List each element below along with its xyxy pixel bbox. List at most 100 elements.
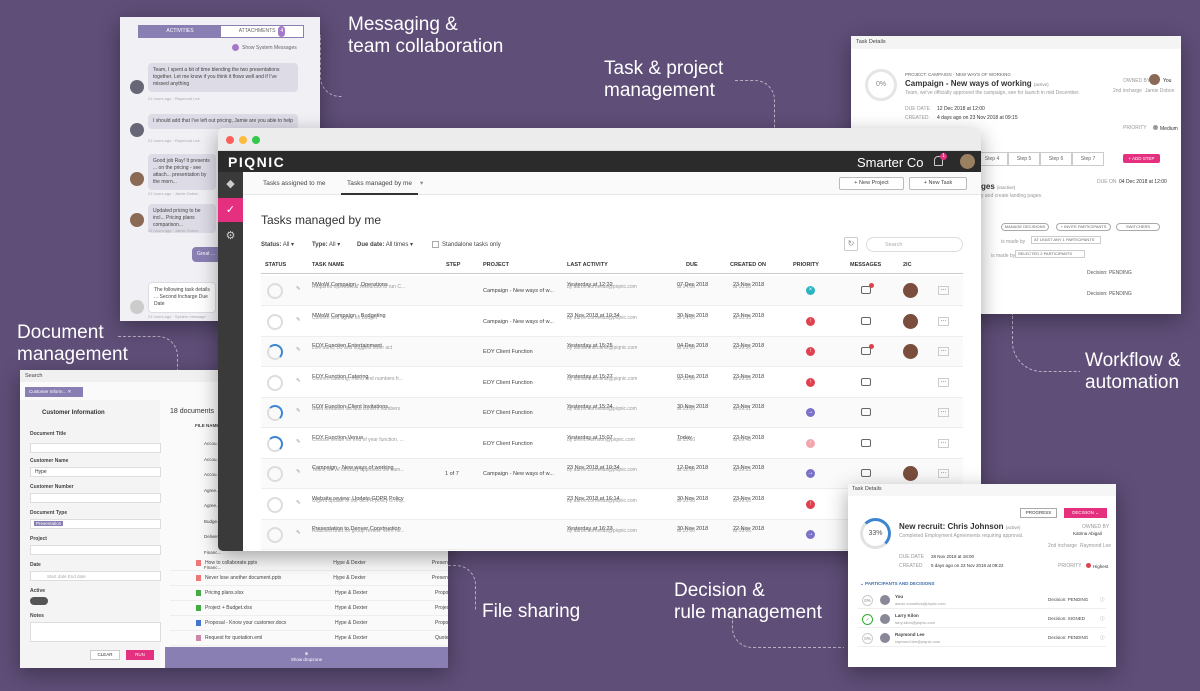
user-avatar[interactable] bbox=[960, 154, 975, 169]
new-project-button[interactable]: + New Project bbox=[839, 177, 904, 190]
type-filter-value: All bbox=[328, 242, 336, 248]
col-messages[interactable]: MESSAGES bbox=[850, 262, 881, 268]
project-field[interactable] bbox=[30, 545, 161, 555]
col-priority[interactable]: PRIORITY bbox=[793, 262, 819, 268]
info-icon[interactable]: ⓘ bbox=[1100, 616, 1105, 622]
table-row[interactable]: ✎ NWoW Campaign - Operations Required oper… bbox=[261, 276, 963, 306]
col-due[interactable]: DUE bbox=[686, 262, 698, 268]
customer-number-field[interactable] bbox=[30, 493, 161, 503]
participant-row[interactable]: 0% Raymond Lee raymond.lee@piqnic.com Decis… bbox=[858, 630, 1106, 647]
file-row[interactable]: Request for quotation.eml Hype & Dexter Qu… bbox=[170, 631, 448, 646]
table-row[interactable]: ✎ EOY Function Catering Confirm catering, … bbox=[261, 367, 963, 398]
more-options-icon[interactable]: … bbox=[938, 377, 949, 387]
chat-meta: 21 hours ago · Raymond Lee bbox=[148, 96, 200, 101]
document-title-field[interactable] bbox=[30, 443, 161, 453]
document-type-chip: Presentation bbox=[34, 521, 64, 526]
messages-icon[interactable] bbox=[861, 469, 871, 477]
table-row[interactable]: ✎ EOY Function Venue Choose venue for end … bbox=[261, 428, 963, 459]
layers-icon[interactable]: ◆ bbox=[218, 172, 243, 196]
col-2ic[interactable]: 2IC bbox=[903, 262, 912, 268]
due-date-filter[interactable]: Due date: All times ▾ bbox=[357, 241, 413, 248]
run-button[interactable]: RUN bbox=[126, 650, 154, 660]
more-options-icon[interactable]: … bbox=[938, 347, 949, 356]
due-on-label: DUE ON bbox=[1097, 179, 1117, 185]
refresh-icon[interactable]: ↻ bbox=[844, 237, 858, 251]
participants-select[interactable]: AT LEAST ANY 1 PARTICIPANTS bbox=[1031, 236, 1101, 244]
more-options-icon[interactable]: … bbox=[938, 469, 949, 478]
show-system-toggle[interactable]: Show System Messages bbox=[232, 44, 297, 51]
notes-field[interactable] bbox=[30, 622, 161, 642]
switchers-chip[interactable]: SWITCHERS bbox=[1116, 223, 1160, 231]
document-type-field[interactable]: Presentation bbox=[30, 519, 161, 529]
participants-select-2[interactable]: SELECTED 2 PARTICIPANTS bbox=[1015, 250, 1085, 258]
active-toggle[interactable] bbox=[30, 597, 48, 605]
tab-activities[interactable]: ACTIVITIES bbox=[139, 26, 221, 37]
search-chip[interactable]: Customer Inform... ✕ bbox=[25, 387, 83, 397]
file-row[interactable]: Pricing plans.xlsx Hype & Dexter Proposals bbox=[170, 586, 448, 601]
more-options-icon[interactable]: … bbox=[938, 408, 949, 417]
col-step[interactable]: STEP bbox=[446, 262, 460, 268]
table-row[interactable]: ✎ EOY Function Client Invitations Build in… bbox=[261, 398, 963, 428]
more-options-icon[interactable]: … bbox=[938, 438, 949, 448]
search-input[interactable]: Search bbox=[866, 237, 963, 252]
close-icon[interactable]: ✕ bbox=[68, 389, 72, 394]
participants-section-toggle[interactable]: ⌄ PARTICIPANTS AND DECISIONS bbox=[860, 581, 934, 587]
company-name[interactable]: Smarter Co bbox=[857, 155, 923, 170]
tab-step-5[interactable]: Step 5 bbox=[1008, 152, 1040, 166]
maximize-window-icon[interactable] bbox=[252, 136, 260, 144]
messages-icon[interactable] bbox=[861, 377, 871, 386]
second-label: 2nd incharge bbox=[1113, 88, 1142, 94]
tasks-icon[interactable]: ✓ bbox=[218, 198, 243, 222]
add-step-button[interactable]: + ADD STEP bbox=[1123, 154, 1160, 163]
info-icon[interactable]: ⓘ bbox=[1100, 597, 1105, 603]
messages-icon[interactable] bbox=[861, 316, 871, 325]
col-task-name[interactable]: TASK NAME bbox=[312, 262, 344, 268]
chevron-down-icon[interactable]: ▾ bbox=[420, 172, 423, 195]
tab-tasks-managed[interactable]: Tasks managed by me bbox=[341, 172, 419, 195]
table-row[interactable]: ✎ EOY Function Entertainment Live band, DJ… bbox=[261, 337, 963, 367]
file-row[interactable]: Project + Budget.xlsx Hype & Dexter Projec… bbox=[170, 601, 448, 616]
task-title-text: Campaign - New ways of working bbox=[905, 79, 1032, 88]
participant-name: You bbox=[895, 594, 904, 599]
more-options-icon[interactable]: … bbox=[938, 286, 949, 295]
minimize-window-icon[interactable] bbox=[239, 136, 247, 144]
table-row[interactable]: ✎ NWoW Campaign - Budgeting Confirm and ag… bbox=[261, 306, 963, 337]
date-range-field[interactable]: Start date End date bbox=[30, 571, 161, 581]
col-last-activity[interactable]: LAST ACTIVITY bbox=[567, 262, 608, 268]
type-filter[interactable]: Type: All ▾ bbox=[312, 241, 340, 248]
activity-by: by aaron.cornelius@piqnic.com bbox=[567, 406, 637, 412]
progress-button[interactable]: PROGRESS bbox=[1020, 508, 1057, 518]
more-options-icon[interactable]: … bbox=[938, 316, 949, 326]
progress-ring: 33% bbox=[860, 518, 891, 549]
created-time: at 09:48 bbox=[733, 436, 752, 443]
new-task-button[interactable]: + New Task bbox=[909, 177, 967, 190]
show-dropzone-button[interactable]: ⊕ Show dropzone bbox=[165, 647, 448, 668]
invite-participants-chip[interactable]: + INVITE PARTICIPANTS bbox=[1056, 223, 1111, 231]
status-filter[interactable]: Status: All ▾ bbox=[261, 241, 294, 248]
decision-button[interactable]: DECISION ⌄ bbox=[1064, 508, 1107, 518]
close-window-icon[interactable] bbox=[226, 136, 234, 144]
col-project[interactable]: PROJECT bbox=[483, 262, 509, 268]
messages-icon[interactable] bbox=[861, 408, 871, 416]
clear-button[interactable]: CLEAR bbox=[90, 650, 120, 660]
standalone-checkbox[interactable]: Standalone tasks only bbox=[432, 241, 501, 248]
participant-row[interactable]: ✓ Larry Kilon larry.kilon@piqnic.com Decisi… bbox=[858, 611, 1106, 628]
tab-step-7[interactable]: Step 7 bbox=[1072, 152, 1104, 166]
messages-icon[interactable] bbox=[861, 438, 871, 447]
file-row[interactable]: Proposal - Know your customer.docx Hype &… bbox=[170, 616, 448, 631]
tab-attachments[interactable]: ATTACHMENTS 4 bbox=[221, 26, 303, 37]
tab-step-6[interactable]: Step 6 bbox=[1040, 152, 1072, 166]
panel-header: Task Details bbox=[848, 484, 1116, 496]
manage-decisions-chip[interactable]: MANAGE DECISIONS bbox=[1001, 223, 1049, 231]
created-time: at 09:10 bbox=[733, 497, 752, 504]
participant-row[interactable]: 0% You aaron.cornelius@piqnic.com Decision:… bbox=[858, 592, 1106, 609]
col-created-on[interactable]: CREATED ON bbox=[730, 262, 766, 268]
task-desc: Completed Employment Agreements requirin… bbox=[899, 533, 1024, 539]
col-status[interactable]: STATUS bbox=[265, 262, 286, 268]
gear-icon[interactable]: ⚙ bbox=[218, 224, 243, 248]
info-icon[interactable]: ⓘ bbox=[1100, 635, 1105, 641]
owner-name: You bbox=[1163, 78, 1172, 84]
tab-tasks-assigned[interactable]: Tasks assigned to me bbox=[263, 172, 326, 195]
partial-file[interactable]: Financ... bbox=[204, 560, 224, 576]
customer-name-field[interactable]: Hype bbox=[30, 467, 161, 477]
